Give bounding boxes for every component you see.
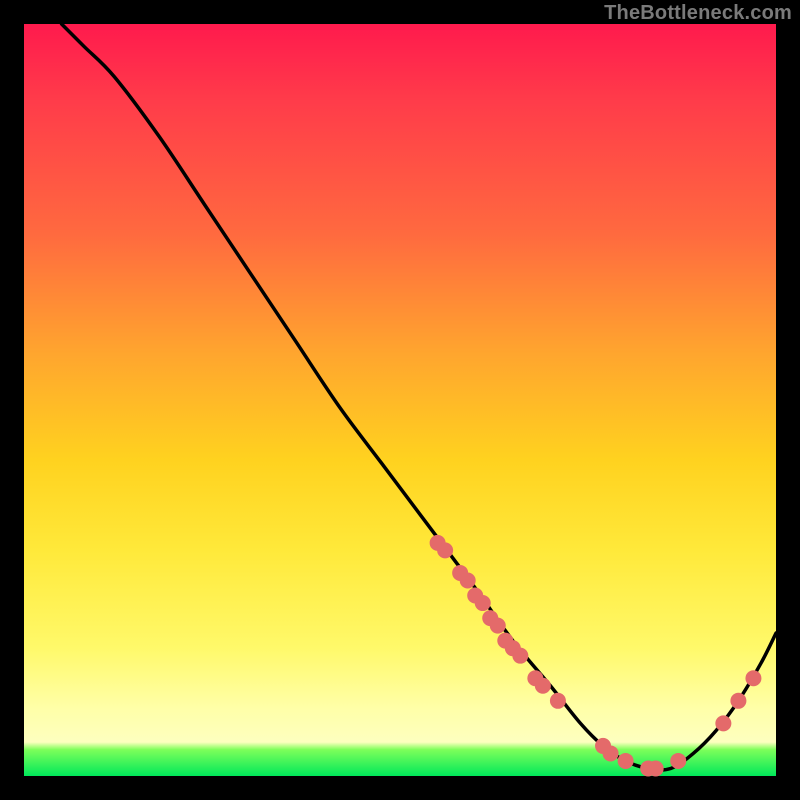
data-marker	[670, 753, 686, 769]
data-marker	[437, 542, 453, 558]
data-marker	[475, 595, 491, 611]
chart-overlay	[24, 24, 776, 776]
chart-stage: TheBottleneck.com	[0, 0, 800, 800]
attribution-label: TheBottleneck.com	[604, 2, 792, 25]
data-marker	[730, 693, 746, 709]
data-marker	[618, 753, 634, 769]
curve-line	[62, 24, 776, 770]
data-marker	[715, 715, 731, 731]
data-marker	[535, 678, 551, 694]
data-marker	[460, 572, 476, 588]
data-marker	[603, 745, 619, 761]
data-marker	[550, 693, 566, 709]
data-marker	[648, 760, 664, 776]
data-marker	[512, 648, 528, 664]
plot-area	[24, 24, 776, 776]
data-marker	[745, 670, 761, 686]
data-marker	[490, 618, 506, 634]
